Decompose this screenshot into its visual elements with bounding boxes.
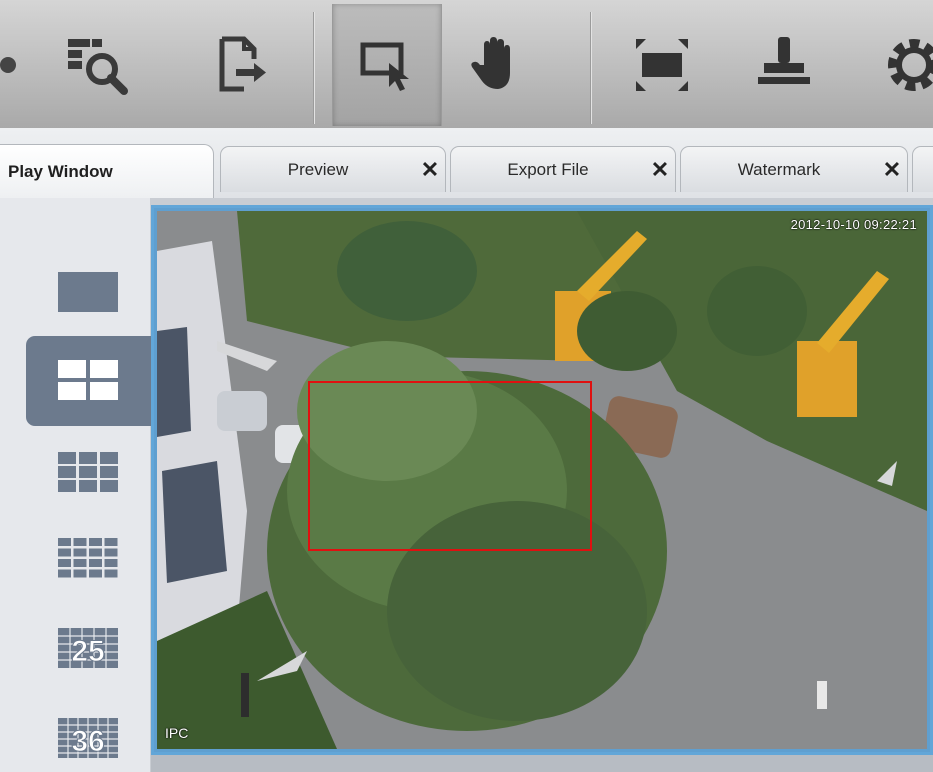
layout-16-button[interactable] — [58, 536, 118, 580]
partial-left-icon[interactable] — [0, 4, 38, 126]
export-file-button[interactable] — [186, 4, 294, 126]
settings-button[interactable] — [848, 4, 933, 126]
layout-36-label: 36 — [71, 725, 104, 758]
fullscreen-button[interactable] — [608, 4, 716, 126]
toolbar — [0, 0, 933, 129]
hand-pan-button[interactable] — [444, 4, 552, 126]
export-file-icon — [219, 36, 266, 92]
video-feed[interactable]: 2012-10-10 09:22:21 IPC — [157, 211, 927, 749]
watermark-stamp-icon — [758, 37, 810, 84]
layout-25-button[interactable]: 25 — [58, 626, 118, 670]
tab-label: Export File — [507, 159, 589, 179]
layout-1-button[interactable] — [58, 270, 118, 314]
hand-pan-icon — [471, 37, 510, 89]
video-timestamp: 2012-10-10 09:22:21 — [790, 217, 917, 232]
watermark-stamp-button[interactable] — [730, 4, 838, 126]
layout-panel: 25 36 — [0, 198, 154, 772]
layout-36-icon: 36 — [58, 718, 118, 759]
search-record-icon — [68, 39, 128, 95]
select-area-button[interactable] — [332, 4, 442, 126]
search-record-button[interactable] — [44, 4, 152, 126]
channel-label: IPC — [165, 725, 189, 741]
tab-label: Play Window — [8, 161, 113, 181]
close-icon[interactable]: ✕ — [645, 157, 675, 183]
layout-1-icon — [58, 272, 118, 312]
selection-rectangle[interactable] — [308, 381, 592, 551]
select-area-icon — [360, 42, 409, 91]
tab-label: Watermark — [737, 159, 821, 179]
video-bottom-strip — [151, 755, 933, 772]
layout-9-icon — [58, 452, 118, 492]
tab-export-file[interactable]: Export File ✕ — [450, 146, 676, 192]
layout-25-icon: 25 — [58, 628, 118, 669]
video-window[interactable]: 2012-10-10 09:22:21 IPC — [151, 205, 933, 755]
toolbar-separator — [590, 12, 591, 124]
settings-gear-icon — [888, 39, 933, 91]
layout-4-button[interactable] — [58, 358, 118, 402]
toolbar-separator — [313, 12, 314, 124]
tab-preview[interactable]: Preview ✕ — [220, 146, 446, 192]
layout-16-icon — [58, 538, 118, 578]
layout-36-button[interactable]: 36 — [58, 716, 118, 760]
fullscreen-icon — [636, 39, 688, 91]
close-icon[interactable]: ✕ — [415, 157, 445, 183]
tab-watermark[interactable]: Watermark ✕ — [680, 146, 908, 192]
layout-9-button[interactable] — [58, 450, 118, 494]
layout-4-icon — [58, 360, 118, 400]
tab-label: Preview — [287, 159, 349, 179]
tab-bar: Play Window Preview ✕ Export File ✕ Wate… — [0, 128, 933, 198]
tab-partial[interactable] — [912, 146, 933, 192]
tab-play-window[interactable]: Play Window — [0, 144, 214, 198]
close-icon[interactable]: ✕ — [877, 157, 907, 183]
layout-25-label: 25 — [71, 635, 104, 668]
